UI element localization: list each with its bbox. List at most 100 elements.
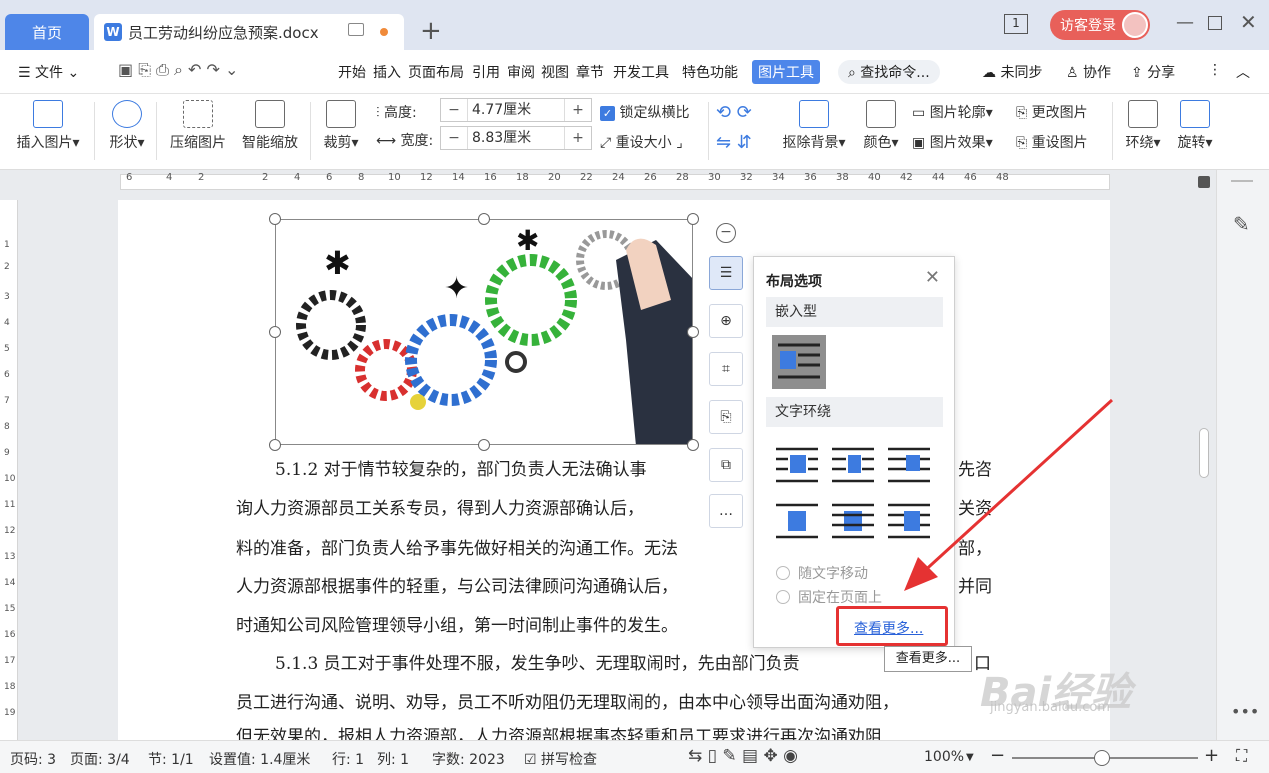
width-decrease-button[interactable]: −	[441, 130, 467, 146]
zoom-slider-thumb[interactable]	[1094, 750, 1110, 766]
resize-handle[interactable]	[687, 326, 699, 338]
rotate-button[interactable]: 旋转▾	[1172, 100, 1218, 152]
menu-picture-tools[interactable]: 图片工具	[752, 60, 820, 84]
resize-handle[interactable]	[478, 213, 490, 225]
status-pages[interactable]: 页面: 3/4	[70, 749, 130, 769]
quick-access-icons[interactable]: ▣ ⎘ ⎙ ⌕ ↶ ↷ ⌄	[118, 60, 238, 80]
status-page-code[interactable]: 页码: 3	[10, 749, 56, 769]
doc-line[interactable]: 人力资源部根据事件的轻重，与公司法律顾问沟通确认后，	[236, 575, 678, 599]
horizontal-ruler[interactable]: 6 4 2 2 4 6 8 10 12 14 16 18 20 22 24 26…	[0, 170, 1269, 192]
resize-handle[interactable]	[687, 439, 699, 451]
outline-button[interactable]: ▭ 图片轮廓▾	[912, 102, 993, 122]
menu-layout[interactable]: 页面布局	[408, 62, 464, 82]
shape-button[interactable]: 形状▾	[104, 100, 150, 152]
scrollbar-thumb[interactable]	[1199, 428, 1209, 478]
wrap-square-option[interactable]	[774, 443, 820, 487]
resize-handle[interactable]	[269, 213, 281, 225]
tab-home[interactable]: 首页	[5, 14, 89, 50]
layout-options-button[interactable]: ☰	[709, 256, 743, 290]
menu-reference[interactable]: 引用	[472, 62, 500, 82]
reset-size-button[interactable]: ⤢ 重设大小 ⌟	[600, 132, 683, 152]
collapse-ribbon-icon[interactable]: ︿	[1236, 62, 1250, 82]
search-command[interactable]: ⌕ 查找命令...	[838, 60, 940, 84]
sync-status[interactable]: ☁ 未同步	[982, 62, 1042, 82]
crop-tool-button[interactable]: ⌗	[709, 352, 743, 386]
doc-line[interactable]: 时通知公司风险管理领导小组，第一时间制止事件的发生。	[236, 614, 678, 638]
wrap-button[interactable]: 环绕▾	[1120, 100, 1166, 152]
maximize-icon[interactable]	[1208, 16, 1222, 30]
tab-document[interactable]: W 员工劳动纠纷应急预案.docx	[94, 14, 404, 50]
more-icon[interactable]: •••	[1231, 702, 1259, 721]
zoom-in-icon[interactable]: +	[1204, 745, 1219, 766]
height-decrease-button[interactable]: −	[441, 102, 467, 118]
collapse-tools-icon[interactable]: −	[716, 223, 736, 243]
effect-button[interactable]: ▣ 图片效果▾	[912, 132, 993, 152]
pen-icon[interactable]: ✎	[1233, 212, 1250, 236]
menu-view[interactable]: 视图	[541, 62, 569, 82]
insert-image-button[interactable]: 插入图片▾	[12, 100, 84, 152]
status-row[interactable]: 行: 1	[332, 749, 364, 769]
new-tab-button[interactable]: +	[420, 16, 442, 46]
more-tools-button[interactable]: …	[709, 494, 743, 528]
width-value[interactable]: 8.83厘米	[467, 127, 565, 149]
resize-handle[interactable]	[269, 326, 281, 338]
close-icon[interactable]: ✕	[925, 267, 940, 288]
wrap-behind-text-option[interactable]	[830, 499, 876, 543]
zoom-level[interactable]: 100%	[924, 749, 964, 765]
zoom-out-icon[interactable]: −	[990, 745, 1005, 766]
compress-image-button[interactable]: 压缩图片	[166, 100, 230, 152]
height-value[interactable]: 4.77厘米	[467, 99, 565, 121]
doc-line[interactable]: 料的准备，部门负责人给予事先做好相关的沟通工作。无法	[236, 537, 678, 561]
color-button[interactable]: 颜色▾	[858, 100, 904, 152]
status-col[interactable]: 列: 1	[377, 749, 409, 769]
crop-button[interactable]: 裁剪▾	[318, 100, 364, 152]
login-button[interactable]: 访客登录	[1050, 10, 1150, 40]
page-count-badge[interactable]: 1	[1004, 14, 1028, 34]
share-button[interactable]: ⇪ 分享	[1131, 62, 1175, 82]
spell-check-button[interactable]: ☑ 拼写检查	[524, 749, 597, 769]
scroll-top-icon[interactable]	[1198, 176, 1210, 188]
menu-special[interactable]: 特色功能	[682, 62, 738, 82]
smart-zoom-button[interactable]: 智能缩放	[238, 100, 302, 152]
doc-line[interactable]: 询人力资源部员工关系专员，得到人力资源部确认后，	[236, 497, 644, 521]
status-section[interactable]: 节: 1/1	[148, 749, 194, 769]
zoom-dropdown-icon[interactable]: ▼	[966, 752, 974, 763]
fullscreen-icon[interactable]: ⛶	[1236, 746, 1247, 766]
menu-insert[interactable]: 插入	[373, 62, 401, 82]
lock-ratio-checkbox[interactable]: ✓ 锁定纵横比	[600, 102, 689, 122]
width-input[interactable]: −8.83厘米 +	[440, 126, 592, 150]
inline-layout-option[interactable]	[772, 335, 826, 389]
height-increase-button[interactable]: +	[565, 102, 591, 118]
doc-line[interactable]: 员工进行沟通、说明、劝导，员工不听劝阻仍无理取闹的，由本中心领导出面沟通劝阻，	[236, 691, 899, 715]
close-icon[interactable]: ✕	[1240, 10, 1257, 34]
menu-file[interactable]: ☰ 文件 ⌄	[18, 62, 79, 82]
vertical-scrollbar[interactable]	[1192, 170, 1216, 740]
move-with-text-radio[interactable]: 随文字移动	[776, 563, 868, 583]
doc-line[interactable]: 5.1.3 员工对于事件处理不服，发生争吵、无理取闹时，先由部门负责	[275, 652, 800, 676]
more-icon[interactable]: ⋮	[1208, 62, 1222, 78]
menu-developer[interactable]: 开发工具	[613, 62, 669, 82]
reset-image-button[interactable]: ⎘ 重设图片	[1016, 132, 1088, 152]
menu-chapter[interactable]: 章节	[576, 62, 604, 82]
menu-review[interactable]: 审阅	[507, 62, 535, 82]
zoom-image-button[interactable]: ⊕	[709, 304, 743, 338]
change-image-button[interactable]: ⎘ 更改图片	[1016, 102, 1088, 122]
fix-on-page-radio[interactable]: 固定在页面上	[776, 587, 882, 607]
doc-line[interactable]: 5.1.2 对于情节较复杂的，部门负责人无法确认事	[275, 458, 647, 482]
vertical-ruler[interactable]: 1 2 3 4 5 6 7 8 9 10 11 12 13 14 15 16 1…	[0, 200, 18, 740]
wrap-top-bottom-option[interactable]	[774, 499, 820, 543]
collab-button[interactable]: ♙ 协作	[1066, 62, 1111, 82]
width-increase-button[interactable]: +	[565, 130, 591, 146]
image-to-text-button[interactable]: ⎘	[709, 400, 743, 434]
wrap-tight-option[interactable]	[830, 443, 876, 487]
status-words[interactable]: 字数: 2023	[432, 749, 505, 769]
remove-bg-button[interactable]: 抠除背景▾	[778, 100, 850, 152]
rotate-icons[interactable]: ⟲ ⟳	[716, 102, 752, 123]
flip-icons[interactable]: ⇋ ⇵	[716, 132, 752, 153]
resize-handle[interactable]	[687, 213, 699, 225]
height-input[interactable]: −4.77厘米 +	[440, 98, 592, 122]
minimize-icon[interactable]: —	[1176, 12, 1194, 33]
image-replace-button[interactable]: ⧉	[709, 448, 743, 482]
monitor-icon[interactable]	[348, 23, 364, 36]
selected-image[interactable]: ✱ ✦ ✱	[275, 219, 693, 445]
